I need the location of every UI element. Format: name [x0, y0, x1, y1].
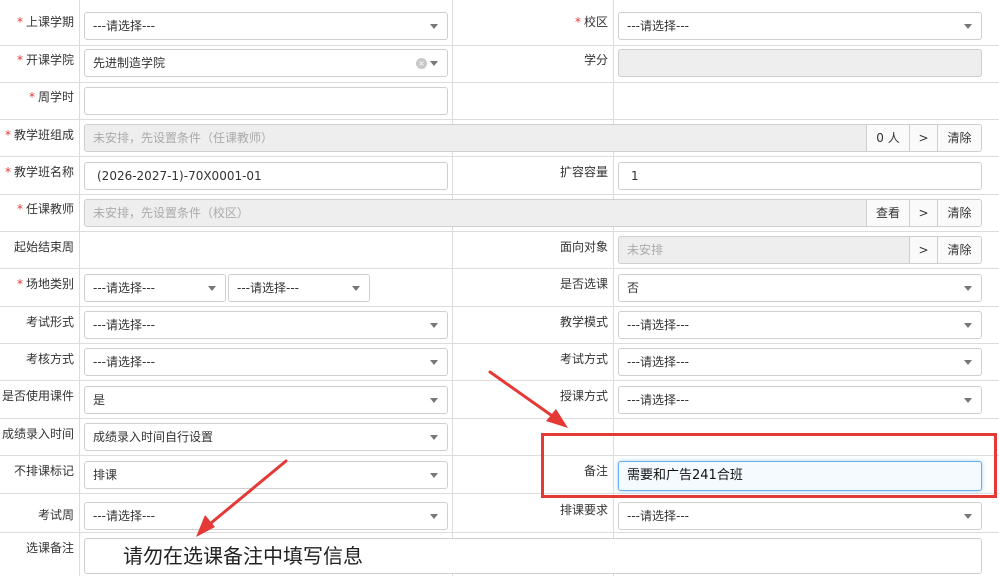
arrow-to-elective-remarks [203, 459, 288, 530]
arrow-to-remarks [488, 370, 560, 422]
annotation-arrows [196, 370, 568, 537]
arrowhead-icon [196, 515, 215, 537]
arrowhead-icon [546, 409, 568, 428]
